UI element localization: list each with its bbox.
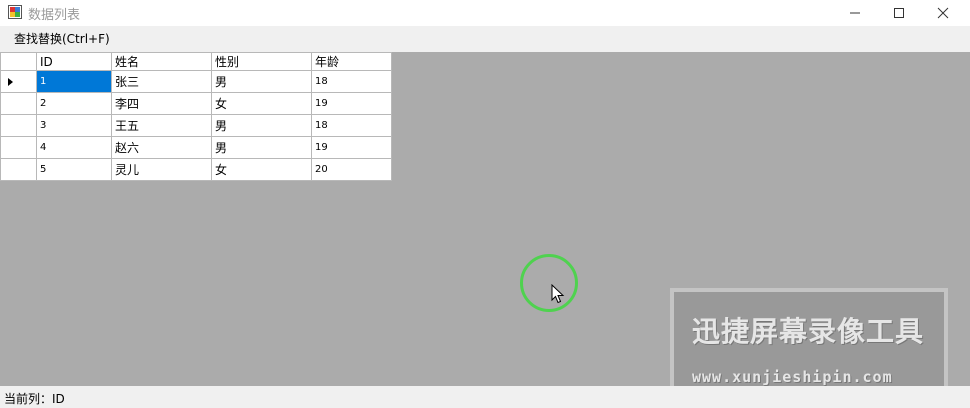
cell-id[interactable]: 2 — [36, 92, 112, 115]
watermark-url: www.xunjieshipin.com — [692, 368, 893, 386]
minimize-button[interactable] — [832, 0, 878, 26]
table-row[interactable]: 4 赵六 男 19 — [0, 136, 392, 159]
cell-id[interactable]: 1 — [36, 70, 112, 93]
cell-id[interactable]: 4 — [36, 136, 112, 159]
row-header[interactable] — [0, 92, 37, 115]
cell-name[interactable]: 张三 — [111, 70, 212, 93]
row-header[interactable] — [0, 114, 37, 137]
maximize-button[interactable] — [876, 0, 922, 26]
cell-name[interactable]: 王五 — [111, 114, 212, 137]
status-current-column: 当前列：ID — [4, 392, 65, 406]
cell-age[interactable]: 19 — [311, 92, 392, 115]
menu-item-find-replace[interactable]: 查找替换(Ctrl+F) — [6, 30, 118, 48]
app-window: 数据列表 查找替换(Ctrl+F) ID 姓名 性别 年龄 1 张三 男 18 … — [0, 0, 970, 408]
close-icon — [937, 7, 949, 19]
app-icon — [8, 5, 22, 19]
cell-name[interactable]: 李四 — [111, 92, 212, 115]
data-grid-view[interactable]: ID 姓名 性别 年龄 1 张三 男 18 2 李四 女 19 3 王五 男 1… — [0, 52, 970, 408]
row-header[interactable] — [0, 136, 37, 159]
table-row[interactable]: 2 李四 女 19 — [0, 92, 392, 115]
mouse-pointer-icon — [551, 283, 565, 307]
close-button[interactable] — [920, 0, 966, 26]
column-header-id[interactable]: ID — [36, 52, 112, 71]
column-header-age[interactable]: 年龄 — [311, 52, 392, 71]
cell-id[interactable]: 3 — [36, 114, 112, 137]
row-header[interactable] — [0, 158, 37, 181]
cell-name[interactable]: 赵六 — [111, 136, 212, 159]
cell-gender[interactable]: 男 — [211, 70, 312, 93]
cell-age[interactable]: 20 — [311, 158, 392, 181]
cell-gender[interactable]: 女 — [211, 158, 312, 181]
cell-gender[interactable]: 女 — [211, 92, 312, 115]
maximize-icon — [894, 8, 904, 18]
cell-id[interactable]: 5 — [36, 158, 112, 181]
grid-header-row: ID 姓名 性别 年龄 — [0, 52, 392, 71]
cursor-highlight-ring — [520, 254, 578, 312]
column-header-name[interactable]: 姓名 — [111, 52, 212, 71]
minimize-icon — [850, 12, 860, 14]
grid-corner-header[interactable] — [0, 52, 37, 71]
table-row[interactable]: 1 张三 男 18 — [0, 70, 392, 93]
cell-age[interactable]: 18 — [311, 70, 392, 93]
data-grid: ID 姓名 性别 年龄 1 张三 男 18 2 李四 女 19 3 王五 男 1… — [0, 52, 392, 181]
window-title: 数据列表 — [28, 8, 81, 23]
table-row[interactable]: 3 王五 男 18 — [0, 114, 392, 137]
cell-age[interactable]: 19 — [311, 136, 392, 159]
cell-name[interactable]: 灵儿 — [111, 158, 212, 181]
column-header-gender[interactable]: 性别 — [211, 52, 312, 71]
watermark-title: 迅捷屏幕录像工具 — [692, 315, 925, 348]
row-header[interactable] — [0, 70, 37, 93]
cell-gender[interactable]: 男 — [211, 114, 312, 137]
status-bar: 当前列：ID — [0, 386, 970, 408]
table-row[interactable]: 5 灵儿 女 20 — [0, 158, 392, 181]
title-bar[interactable]: 数据列表 — [0, 0, 970, 26]
current-row-arrow-icon — [8, 77, 13, 86]
menu-bar: 查找替换(Ctrl+F) — [0, 26, 970, 52]
cell-gender[interactable]: 男 — [211, 136, 312, 159]
cell-age[interactable]: 18 — [311, 114, 392, 137]
